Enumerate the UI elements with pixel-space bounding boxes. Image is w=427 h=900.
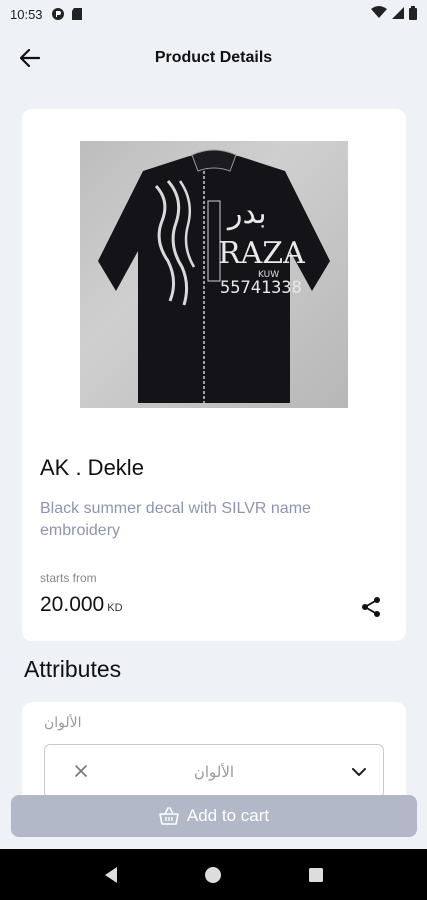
page-title: Product Details	[154, 49, 273, 66]
battery-icon	[409, 5, 417, 23]
watermark-arabic: بدر	[226, 196, 267, 231]
arrow-left-icon	[20, 49, 40, 67]
product-image[interactable]: بدر RAZA KUW 55741338	[80, 141, 348, 408]
chevron-down-icon	[349, 762, 369, 782]
sd-card-icon	[71, 7, 83, 21]
watermark-phone: 55741338	[220, 278, 302, 298]
nav-home-button[interactable]	[195, 857, 231, 893]
add-to-cart-label: Add to cart	[186, 806, 270, 825]
cellular-signal-icon	[392, 6, 404, 22]
price-row: 20.000 KD	[40, 593, 123, 617]
home-circle-icon	[205, 866, 222, 883]
price-currency: KD	[107, 602, 123, 614]
price-label: starts from	[40, 571, 97, 585]
system-nav-bar	[0, 849, 427, 900]
product-name: AK . Dekle	[40, 455, 144, 480]
wifi-icon	[371, 6, 387, 22]
back-button[interactable]	[14, 44, 46, 72]
nav-back-button[interactable]	[93, 857, 129, 893]
app-notification-icon	[51, 7, 65, 21]
share-button[interactable]	[358, 594, 384, 620]
add-to-cart-button[interactable]: Add to cart	[11, 795, 417, 837]
attributes-title: Attributes	[24, 656, 122, 682]
product-card: بدر RAZA KUW 55741338 AK . Dekle Black s…	[22, 109, 406, 641]
app-bar: Product Details	[0, 36, 427, 80]
watermark-brand: RAZA	[218, 236, 305, 271]
attribute-field-label: الألوان	[44, 714, 82, 730]
price-value: 20.000	[40, 593, 105, 616]
product-description: Black summer decal with SILVR name embro…	[40, 500, 311, 539]
status-bar: 10:53	[0, 0, 427, 28]
status-time: 10:53	[10, 6, 43, 22]
recents-square-icon	[308, 867, 323, 882]
color-select-placeholder: الألوان	[193, 764, 235, 781]
back-triangle-icon	[105, 866, 118, 883]
basket-icon	[159, 807, 179, 825]
share-icon	[362, 597, 380, 617]
color-select[interactable]: الألوان	[44, 744, 384, 798]
nav-recents-button[interactable]	[298, 857, 334, 893]
